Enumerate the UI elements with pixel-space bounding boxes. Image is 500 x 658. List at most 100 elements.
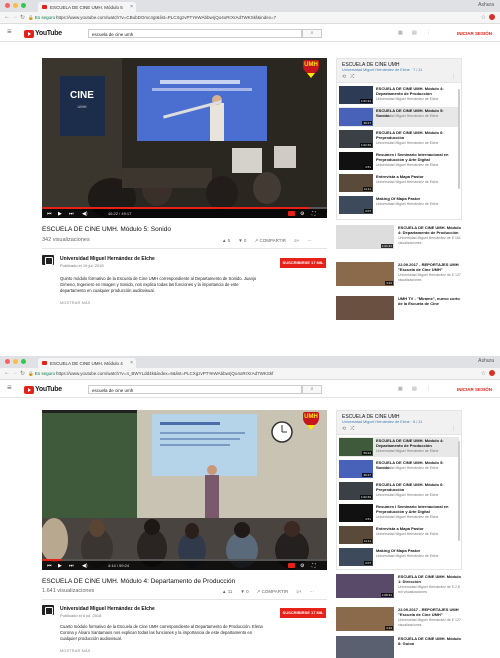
- more-vert-icon[interactable]: ⋮: [451, 74, 456, 80]
- volume-icon[interactable]: ◀): [82, 211, 88, 217]
- extension-icon[interactable]: [489, 14, 495, 20]
- playlist-item[interactable]: 11:11 Entrevista a Mapa Pastor Universid…: [339, 173, 459, 193]
- video-player[interactable]: CINE UMH UMH ⏮ ▶ ⏭ ◀) 46:22 / 49:17 ⚙ ⛶: [42, 58, 327, 218]
- fullscreen-icon[interactable]: ⛶: [312, 211, 316, 217]
- next-icon[interactable]: ⏭: [69, 563, 74, 569]
- sign-in-link[interactable]: INICIAR SESIÓN: [457, 387, 492, 392]
- maximize-dot-icon[interactable]: [21, 3, 26, 8]
- star-icon[interactable]: ☆: [481, 14, 486, 21]
- subscribe-button[interactable]: SUSCRIBIRSE 17 MIL: [280, 608, 326, 618]
- related-video[interactable]: UMH TV - "Mirame", nuevo corto de la Esc…: [336, 296, 462, 320]
- playlist-item[interactable]: 1:02:49 ESCUELA DE CINE UMH. Módulo 6: P…: [339, 481, 459, 501]
- share-button[interactable]: ↗ COMPARTIR: [257, 589, 289, 594]
- browser-tab[interactable]: ESCUELA DE CINE UMH. Módulo 5 ×: [38, 2, 136, 12]
- secure-indicator[interactable]: 🔒 Es seguro: [28, 15, 55, 21]
- loop-icon[interactable]: ⟲: [342, 426, 350, 432]
- share-button[interactable]: ↗ COMPARTIR: [254, 238, 286, 243]
- settings-icon[interactable]: ⚙: [300, 563, 304, 569]
- url-field[interactable]: https://www.youtube.com/watch?v=4_BWYLdd…: [56, 371, 446, 376]
- related-video[interactable]: 4:22 22.09.2017 - REPORTAJES UMH "Escuel…: [336, 262, 462, 286]
- volume-icon[interactable]: ◀): [82, 563, 88, 569]
- playlist-item[interactable]: 4:51 Resumen I Seminario Internacional e…: [339, 151, 459, 171]
- reload-icon[interactable]: ↻: [20, 14, 25, 21]
- show-more-button[interactable]: MOSTRAR MÁS: [60, 649, 90, 653]
- shuffle-icon[interactable]: ⤮: [350, 74, 358, 80]
- next-icon[interactable]: ⏭: [69, 211, 74, 217]
- playlist-item[interactable]: 2:07 Making Of Mapa Pastor Universidad M…: [339, 547, 459, 567]
- profile-name[interactable]: Ashura: [478, 2, 494, 8]
- reload-icon[interactable]: ↻: [20, 370, 25, 377]
- progress-bar[interactable]: [42, 559, 327, 561]
- progress-bar[interactable]: [42, 207, 327, 209]
- youtube-logo[interactable]: YouTube: [24, 385, 62, 394]
- playlist-subtitle[interactable]: Universidad Miguel Hernández de Elche · …: [342, 420, 422, 424]
- grid-icon[interactable]: ▦: [398, 386, 403, 392]
- star-icon[interactable]: ☆: [481, 370, 486, 377]
- add-to-button[interactable]: ≡+: [294, 238, 299, 243]
- more-vert-icon[interactable]: ⋮: [426, 386, 431, 392]
- maximize-dot-icon[interactable]: [21, 359, 26, 364]
- add-to-button[interactable]: ≡+: [296, 589, 301, 594]
- close-tab-icon[interactable]: ×: [130, 4, 133, 10]
- channel-name[interactable]: Universidad Miguel Hernández de Elche: [60, 606, 155, 612]
- grid-icon[interactable]: ▦: [398, 30, 403, 36]
- search-icon[interactable]: ⌕: [302, 29, 322, 38]
- forward-arrow-icon[interactable]: →: [12, 370, 18, 376]
- settings-icon[interactable]: ⚙: [300, 211, 304, 217]
- extension-icon[interactable]: [489, 370, 495, 376]
- more-vert-icon[interactable]: ⋮: [451, 426, 456, 432]
- channel-name[interactable]: Universidad Miguel Hernández de Elche: [60, 256, 155, 262]
- playlist-item-active[interactable]: 49:17 ESCUELA DE CINE UMH. Módulo 5: Son…: [339, 107, 459, 127]
- subscribe-button[interactable]: SUSCRIBIRSE 17 MIL: [280, 258, 326, 268]
- related-video[interactable]: 1:01:31 ESCUELA DE CINE UMH. Módulo 4: D…: [336, 225, 462, 249]
- playlist-item-active[interactable]: 59:24 ESCUELA DE CINE UMH. Módulo 4: Dep…: [339, 437, 459, 457]
- like-button[interactable]: ▲ 11: [222, 589, 232, 594]
- channel-logo[interactable]: [42, 255, 54, 267]
- close-dot-icon[interactable]: [5, 359, 10, 364]
- back-arrow-icon[interactable]: ←: [4, 14, 10, 20]
- chat-icon[interactable]: ▤: [412, 30, 417, 36]
- sign-in-link[interactable]: INICIAR SESIÓN: [457, 31, 492, 36]
- playlist-item[interactable]: 49:17 ESCUELA DE CINE UMH. Módulo 5: Son…: [339, 459, 459, 479]
- minimize-dot-icon[interactable]: [13, 3, 18, 8]
- fullscreen-icon[interactable]: ⛶: [312, 563, 316, 569]
- search-input[interactable]: escuela de cine umh: [88, 29, 302, 38]
- profile-name[interactable]: Ashura: [478, 358, 494, 364]
- playlist-item[interactable]: 11:11 Entrevista a Mapa Pastor Universid…: [339, 525, 459, 545]
- show-more-button[interactable]: MOSTRAR MÁS: [60, 301, 90, 305]
- dislike-button[interactable]: ▼ 0: [240, 589, 248, 594]
- playlist-item[interactable]: 4:51 Resumen I Seminario Internacional e…: [339, 503, 459, 523]
- menu-icon[interactable]: ≡: [7, 383, 12, 392]
- shuffle-icon[interactable]: ⤮: [350, 426, 358, 432]
- previous-icon[interactable]: ⏮: [47, 211, 52, 217]
- secure-indicator[interactable]: 🔒 Es seguro: [28, 371, 55, 377]
- browser-tab[interactable]: ESCUELA DE CINE UMH. Módulo 4 ×: [38, 358, 136, 368]
- related-video[interactable]: 1:08:31 ESCUELA DE CINE UMH. Módulo 1: D…: [336, 574, 462, 598]
- search-input[interactable]: escuela de cine umh: [88, 385, 302, 394]
- close-tab-icon[interactable]: ×: [130, 360, 133, 366]
- playlist-item[interactable]: 1:02:49 ESCUELA DE CINE UMH. Módulo 6: P…: [339, 129, 459, 149]
- playlist-scrollbar[interactable]: [458, 441, 460, 541]
- menu-icon[interactable]: ≡: [7, 27, 12, 36]
- close-dot-icon[interactable]: [5, 3, 10, 8]
- more-actions-button[interactable]: ···: [307, 238, 312, 243]
- minimize-dot-icon[interactable]: [13, 359, 18, 364]
- loop-icon[interactable]: ⟲: [342, 74, 350, 80]
- back-arrow-icon[interactable]: ←: [4, 370, 10, 376]
- video-player[interactable]: UMH ⏮ ▶ ⏭ ◀) 4:14 / 59:24 ⚙ ⛶: [42, 410, 327, 570]
- youtube-logo[interactable]: YouTube: [24, 29, 62, 38]
- playlist-scrollbar[interactable]: [458, 89, 460, 189]
- more-vert-icon[interactable]: ⋮: [426, 30, 431, 36]
- playlist-subtitle[interactable]: Universidad Miguel Hernández de Elche · …: [342, 68, 422, 72]
- url-field[interactable]: https://www.youtube.com/watch?v=CBubDOmc…: [56, 15, 446, 20]
- play-icon[interactable]: ▶: [58, 211, 62, 217]
- forward-arrow-icon[interactable]: →: [12, 14, 18, 20]
- related-video[interactable]: ESCUELA DE CINE UMH. Módulo 8: Guion: [336, 636, 462, 658]
- related-video[interactable]: 4:22 22.09.2017 - REPORTAJES UMH "Escuel…: [336, 607, 462, 631]
- search-icon[interactable]: ⌕: [302, 385, 322, 394]
- like-button[interactable]: ▲ 5: [222, 238, 230, 243]
- channel-logo[interactable]: [42, 605, 54, 617]
- dislike-button[interactable]: ▼ 0: [238, 238, 246, 243]
- playlist-item[interactable]: 2:07 Making Of Mapa Pastor Universidad M…: [339, 195, 459, 215]
- play-icon[interactable]: ▶: [58, 563, 62, 569]
